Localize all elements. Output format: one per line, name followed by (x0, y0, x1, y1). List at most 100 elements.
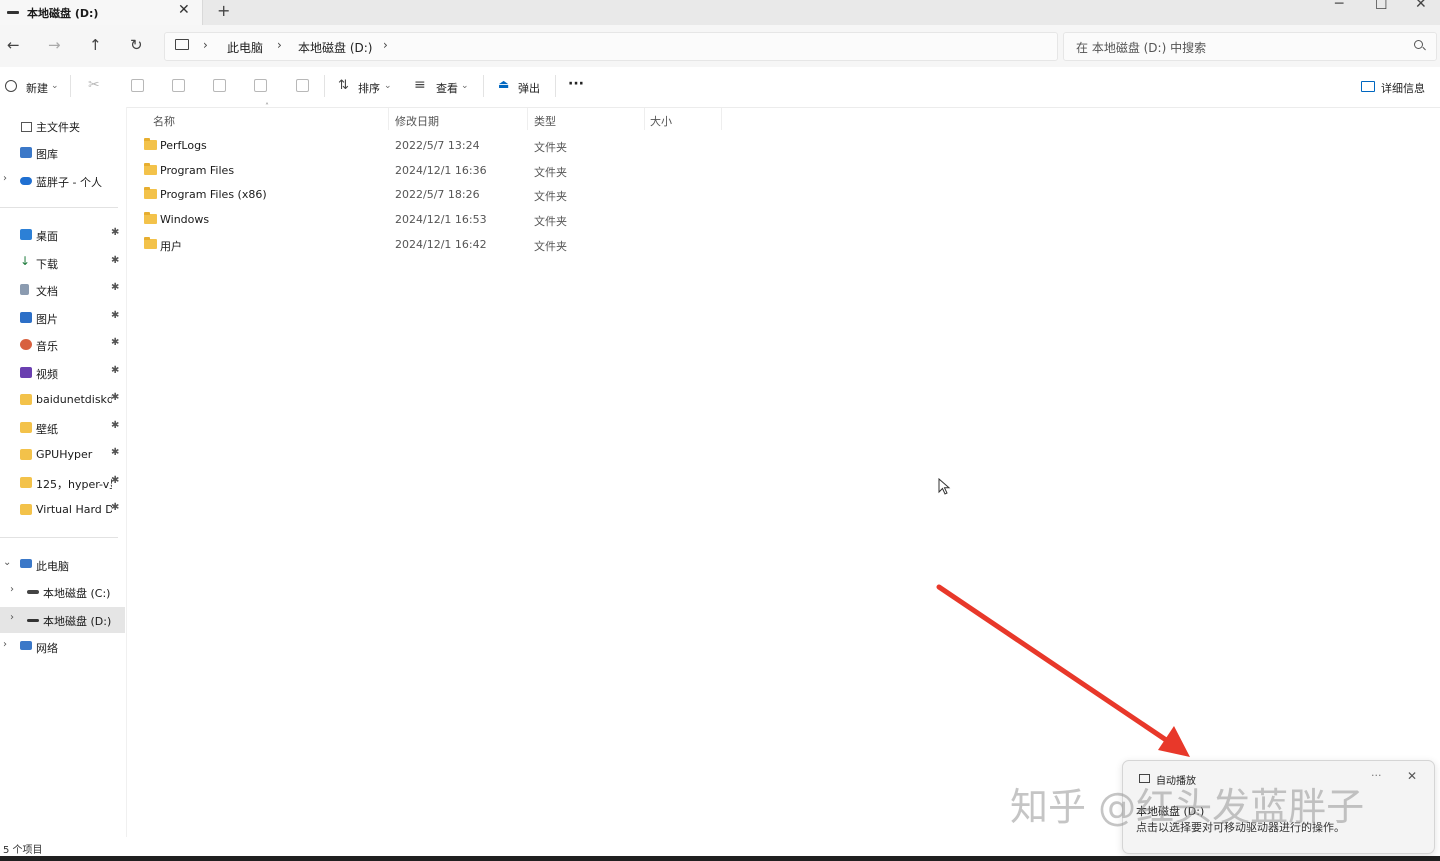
maximize-button[interactable]: ☐ (1375, 0, 1388, 13)
pin-icon: ✱ (111, 282, 120, 293)
folder-icon (20, 422, 32, 433)
notification-close-icon[interactable]: ✕ (1407, 769, 1417, 783)
column-divider[interactable] (721, 108, 722, 130)
sidebar-item-label: 文档 (36, 285, 58, 298)
file-row[interactable]: Windows 2024/12/1 16:53 文件夹 (140, 208, 722, 232)
rename-icon[interactable] (213, 79, 226, 92)
chevron-right-icon[interactable]: › (3, 639, 7, 650)
sidebar-item-baidunetdisk[interactable]: baidunetdiskdownload ✱ (0, 387, 125, 413)
details-button[interactable]: 详细信息 (1381, 80, 1425, 96)
chevron-right-icon[interactable]: › (10, 612, 14, 623)
sort-icon: ⇅ (338, 78, 349, 93)
sidebar-item-documents[interactable]: 文档 ✱ (0, 277, 125, 303)
eject-icon: ⏏ (498, 77, 510, 91)
toolbar-divider (324, 75, 325, 97)
column-header-modified[interactable]: 修改日期 (395, 113, 439, 129)
sidebar-item-drive-d[interactable]: › 本地磁盘 (D:) (0, 607, 125, 633)
file-type: 文件夹 (534, 190, 567, 203)
back-button[interactable]: ← (7, 36, 20, 54)
search-icon (1414, 40, 1423, 49)
cut-icon[interactable]: ✂ (88, 77, 100, 93)
breadcrumb-this-pc[interactable]: 此电脑 (227, 39, 263, 56)
paste-icon[interactable] (172, 79, 185, 92)
folder-icon (144, 163, 157, 175)
file-name: PerfLogs (160, 139, 207, 152)
file-row[interactable]: 用户 2024/12/1 16:42 文件夹 (140, 233, 722, 257)
sidebar-item-gpuhyper[interactable]: GPUHyper ✱ (0, 442, 125, 468)
chevron-down-icon[interactable]: ⌄ (3, 557, 11, 568)
tab-bar: 本地磁盘 (D:) ✕ + ─ ☐ ✕ (0, 0, 1440, 25)
sort-ascending-icon: ˄ (265, 102, 269, 111)
breadcrumb-local-disk-d[interactable]: 本地磁盘 (D:) (298, 39, 372, 56)
up-button[interactable]: ↑ (89, 36, 102, 54)
file-type: 文件夹 (534, 166, 567, 179)
sidebar-item-videos[interactable]: 视频 ✱ (0, 360, 125, 386)
document-icon (20, 284, 29, 295)
tab-local-disk-d[interactable]: 本地磁盘 (D:) ✕ (0, 0, 203, 25)
sidebar-item-network[interactable]: › 网络 (0, 634, 125, 660)
sidebar-item-hyperv[interactable]: 125，hyper-v显卡 ✱ (0, 470, 125, 496)
file-row[interactable]: PerfLogs 2022/5/7 13:24 文件夹 (140, 134, 722, 158)
new-tab-button[interactable]: + (217, 1, 230, 20)
sidebar-item-pictures[interactable]: 图片 ✱ (0, 305, 125, 331)
pin-icon: ✱ (111, 337, 120, 348)
pictures-icon (20, 312, 32, 323)
column-divider[interactable] (388, 108, 389, 130)
file-name: Program Files (160, 164, 235, 177)
sidebar-item-label: 本地磁盘 (D:) (43, 615, 112, 628)
sidebar-item-music[interactable]: 音乐 ✱ (0, 332, 125, 358)
drive-icon (27, 590, 39, 594)
file-name: Windows (160, 213, 210, 226)
sidebar-item-this-pc[interactable]: ⌄ 此电脑 (0, 552, 125, 578)
chevron-right-icon[interactable]: › (3, 173, 7, 184)
sidebar-item-downloads[interactable]: ↓ 下载 ✱ (0, 250, 125, 276)
address-bar[interactable]: › 此电脑 › 本地磁盘 (D:) › (164, 32, 1058, 61)
column-divider[interactable] (644, 108, 645, 130)
column-header-size[interactable]: 大小 (650, 113, 672, 129)
download-icon: ↓ (20, 254, 31, 268)
more-options-button[interactable]: ··· (568, 76, 584, 92)
watermark: 知乎 @红头发蓝胖子 (1010, 785, 1365, 829)
chevron-right-icon[interactable]: › (10, 584, 14, 595)
view-button[interactable]: 查看 (436, 80, 458, 96)
drive-icon (7, 11, 19, 14)
file-type: 文件夹 (534, 141, 567, 154)
file-row[interactable]: Program Files 2024/12/1 16:36 文件夹 (140, 159, 722, 183)
sidebar-item-label: 下载 (36, 258, 58, 271)
sidebar-item-virtual-hard-disks[interactable]: Virtual Hard Disks ✱ (0, 497, 125, 523)
sort-button[interactable]: 排序 (358, 80, 380, 96)
sidebar-item-gallery[interactable]: 图库 (0, 140, 125, 166)
share-icon[interactable] (254, 79, 267, 92)
copy-icon[interactable] (131, 79, 144, 92)
tab-close-icon[interactable]: ✕ (178, 2, 190, 18)
column-divider[interactable] (527, 108, 528, 130)
refresh-button[interactable]: ↻ (130, 36, 143, 54)
file-name: Program Files (x86) (160, 188, 267, 201)
sidebar-item-home[interactable]: 主文件夹 (0, 113, 125, 139)
eject-button[interactable]: 弹出 (518, 80, 540, 96)
forward-button[interactable]: → (48, 36, 61, 54)
file-row[interactable]: Program Files (x86) 2022/5/7 18:26 文件夹 (140, 183, 722, 207)
delete-icon[interactable] (296, 79, 309, 92)
column-header-name[interactable]: 名称 (153, 113, 175, 129)
file-date: 2024/12/1 16:36 (395, 164, 487, 177)
sidebar-item-wallpaper[interactable]: 壁纸 ✱ (0, 415, 125, 441)
sidebar-item-onedrive[interactable]: › 蓝胖子 - 个人 (0, 168, 125, 194)
minimize-button[interactable]: ─ (1335, 0, 1343, 12)
column-header-type[interactable]: 类型 (534, 113, 556, 129)
sidebar-item-drive-c[interactable]: › 本地磁盘 (C:) (0, 579, 125, 605)
plus-circle-icon (5, 80, 17, 92)
new-button[interactable]: 新建 (26, 80, 48, 96)
sidebar-item-desktop[interactable]: 桌面 ✱ (0, 222, 125, 248)
notification-more-button[interactable]: ··· (1371, 769, 1382, 782)
pin-icon: ✱ (111, 392, 120, 403)
close-window-button[interactable]: ✕ (1415, 0, 1427, 12)
folder-icon (20, 477, 32, 488)
breadcrumb-separator: › (277, 38, 282, 52)
folder-icon (144, 138, 157, 150)
music-icon (20, 339, 32, 350)
search-box[interactable]: 在 本地磁盘 (D:) 中搜索 (1063, 32, 1437, 61)
computer-icon (20, 559, 32, 568)
drive-icon (27, 619, 39, 622)
pin-icon: ✱ (111, 420, 120, 431)
